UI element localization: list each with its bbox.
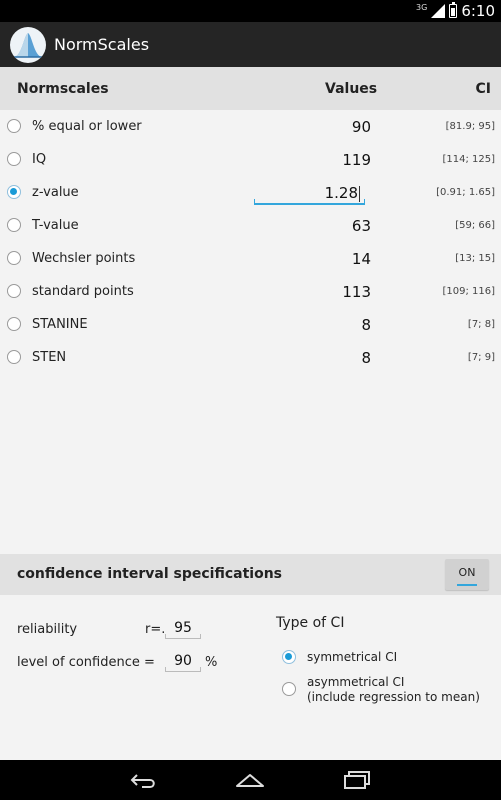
reliability-label: reliability <box>17 622 78 637</box>
row-radio-selected[interactable] <box>7 185 21 199</box>
row-radio[interactable] <box>7 218 21 232</box>
row-ci: [59; 66] <box>455 220 495 231</box>
row-ci: [0.91; 1.65] <box>436 187 495 198</box>
confidence-input[interactable]: 90 <box>165 650 201 672</box>
row-ci: [7; 9] <box>467 352 495 363</box>
row-label: % equal or lower <box>32 119 142 134</box>
back-icon[interactable] <box>128 768 160 792</box>
row-label: IQ <box>32 152 47 167</box>
row-value[interactable]: 8 <box>361 316 371 334</box>
ci-type-title: Type of CI <box>276 615 345 631</box>
action-bar: NormScales <box>0 22 501 67</box>
ci-toggle-button[interactable]: ON <box>445 559 489 590</box>
reliability-input[interactable]: 95 <box>165 617 201 639</box>
network-type: 3G <box>416 2 428 12</box>
home-icon[interactable] <box>234 768 266 792</box>
row-label: z-value <box>32 185 79 200</box>
column-header-ci: CI <box>475 81 491 97</box>
text-cursor <box>359 185 360 202</box>
ci-specs-title: confidence interval specifications <box>17 566 282 582</box>
scale-row-iq[interactable]: IQ 119 [114; 125] <box>0 143 501 176</box>
asymmetrical-ci-sublabel[interactable]: (include regression to mean) <box>307 690 480 705</box>
row-value[interactable]: 119 <box>342 151 371 169</box>
confidence-unit: % <box>205 655 218 670</box>
row-radio[interactable] <box>7 284 21 298</box>
scale-row-stanine[interactable]: STANINE 8 [7; 8] <box>0 308 501 341</box>
column-header-normscales: Normscales <box>17 81 109 97</box>
row-label: STEN <box>32 350 67 365</box>
row-radio[interactable] <box>7 152 21 166</box>
signal-icon <box>431 4 446 18</box>
row-radio[interactable] <box>7 119 21 133</box>
scale-row-standard-points[interactable]: standard points 113 [109; 116] <box>0 275 501 308</box>
row-radio[interactable] <box>7 251 21 265</box>
status-bar: 3G 6:10 <box>0 0 501 22</box>
column-header-values: Values <box>325 81 378 97</box>
row-label: standard points <box>32 284 134 299</box>
row-label: STANINE <box>32 317 88 332</box>
row-value[interactable]: 90 <box>352 118 371 136</box>
row-value[interactable]: 63 <box>352 217 371 235</box>
z-value-input[interactable]: 1.28 <box>325 184 360 202</box>
navigation-bar <box>0 760 501 800</box>
ci-specs-header: confidence interval specifications ON <box>0 554 501 595</box>
asymmetrical-ci-radio[interactable] <box>282 682 296 696</box>
symmetrical-ci-label[interactable]: symmetrical CI <box>307 650 397 665</box>
row-value[interactable]: 14 <box>352 250 371 268</box>
reliability-prefix: r=. <box>145 622 166 637</box>
scale-row-z-value[interactable]: z-value 1.28 [0.91; 1.65] <box>0 176 501 209</box>
scale-row-sten[interactable]: STEN 8 [7; 9] <box>0 341 501 374</box>
row-value[interactable]: 8 <box>361 349 371 367</box>
scale-row-t-value[interactable]: T-value 63 [59; 66] <box>0 209 501 242</box>
status-time: 6:10 <box>461 2 495 20</box>
app-title: NormScales <box>54 35 150 54</box>
row-label: T-value <box>32 218 79 233</box>
row-ci: [13; 15] <box>455 253 495 264</box>
ci-specs-panel: reliability r=. 95 level of confidence =… <box>0 595 501 760</box>
scale-row-percent[interactable]: % equal or lower 90 [81.9; 95] <box>0 110 501 143</box>
row-ci: [114; 125] <box>442 154 495 165</box>
recent-apps-icon[interactable] <box>341 768 373 792</box>
symmetrical-ci-radio[interactable] <box>282 650 296 664</box>
row-radio[interactable] <box>7 317 21 331</box>
row-ci: [81.9; 95] <box>445 121 495 132</box>
row-label: Wechsler points <box>32 251 136 266</box>
row-radio[interactable] <box>7 350 21 364</box>
row-value[interactable]: 113 <box>342 283 371 301</box>
app-logo-icon[interactable] <box>10 26 46 63</box>
z-value-text: 1.28 <box>324 184 358 202</box>
z-value-input-underline <box>254 199 365 205</box>
battery-icon <box>449 2 458 18</box>
table-header: Normscales Values CI <box>0 67 501 110</box>
scale-row-wechsler[interactable]: Wechsler points 14 [13; 15] <box>0 242 501 275</box>
row-ci: [7; 8] <box>467 319 495 330</box>
asymmetrical-ci-label[interactable]: asymmetrical CI <box>307 675 404 690</box>
row-ci: [109; 116] <box>442 286 495 297</box>
confidence-label: level of confidence = <box>17 655 155 670</box>
